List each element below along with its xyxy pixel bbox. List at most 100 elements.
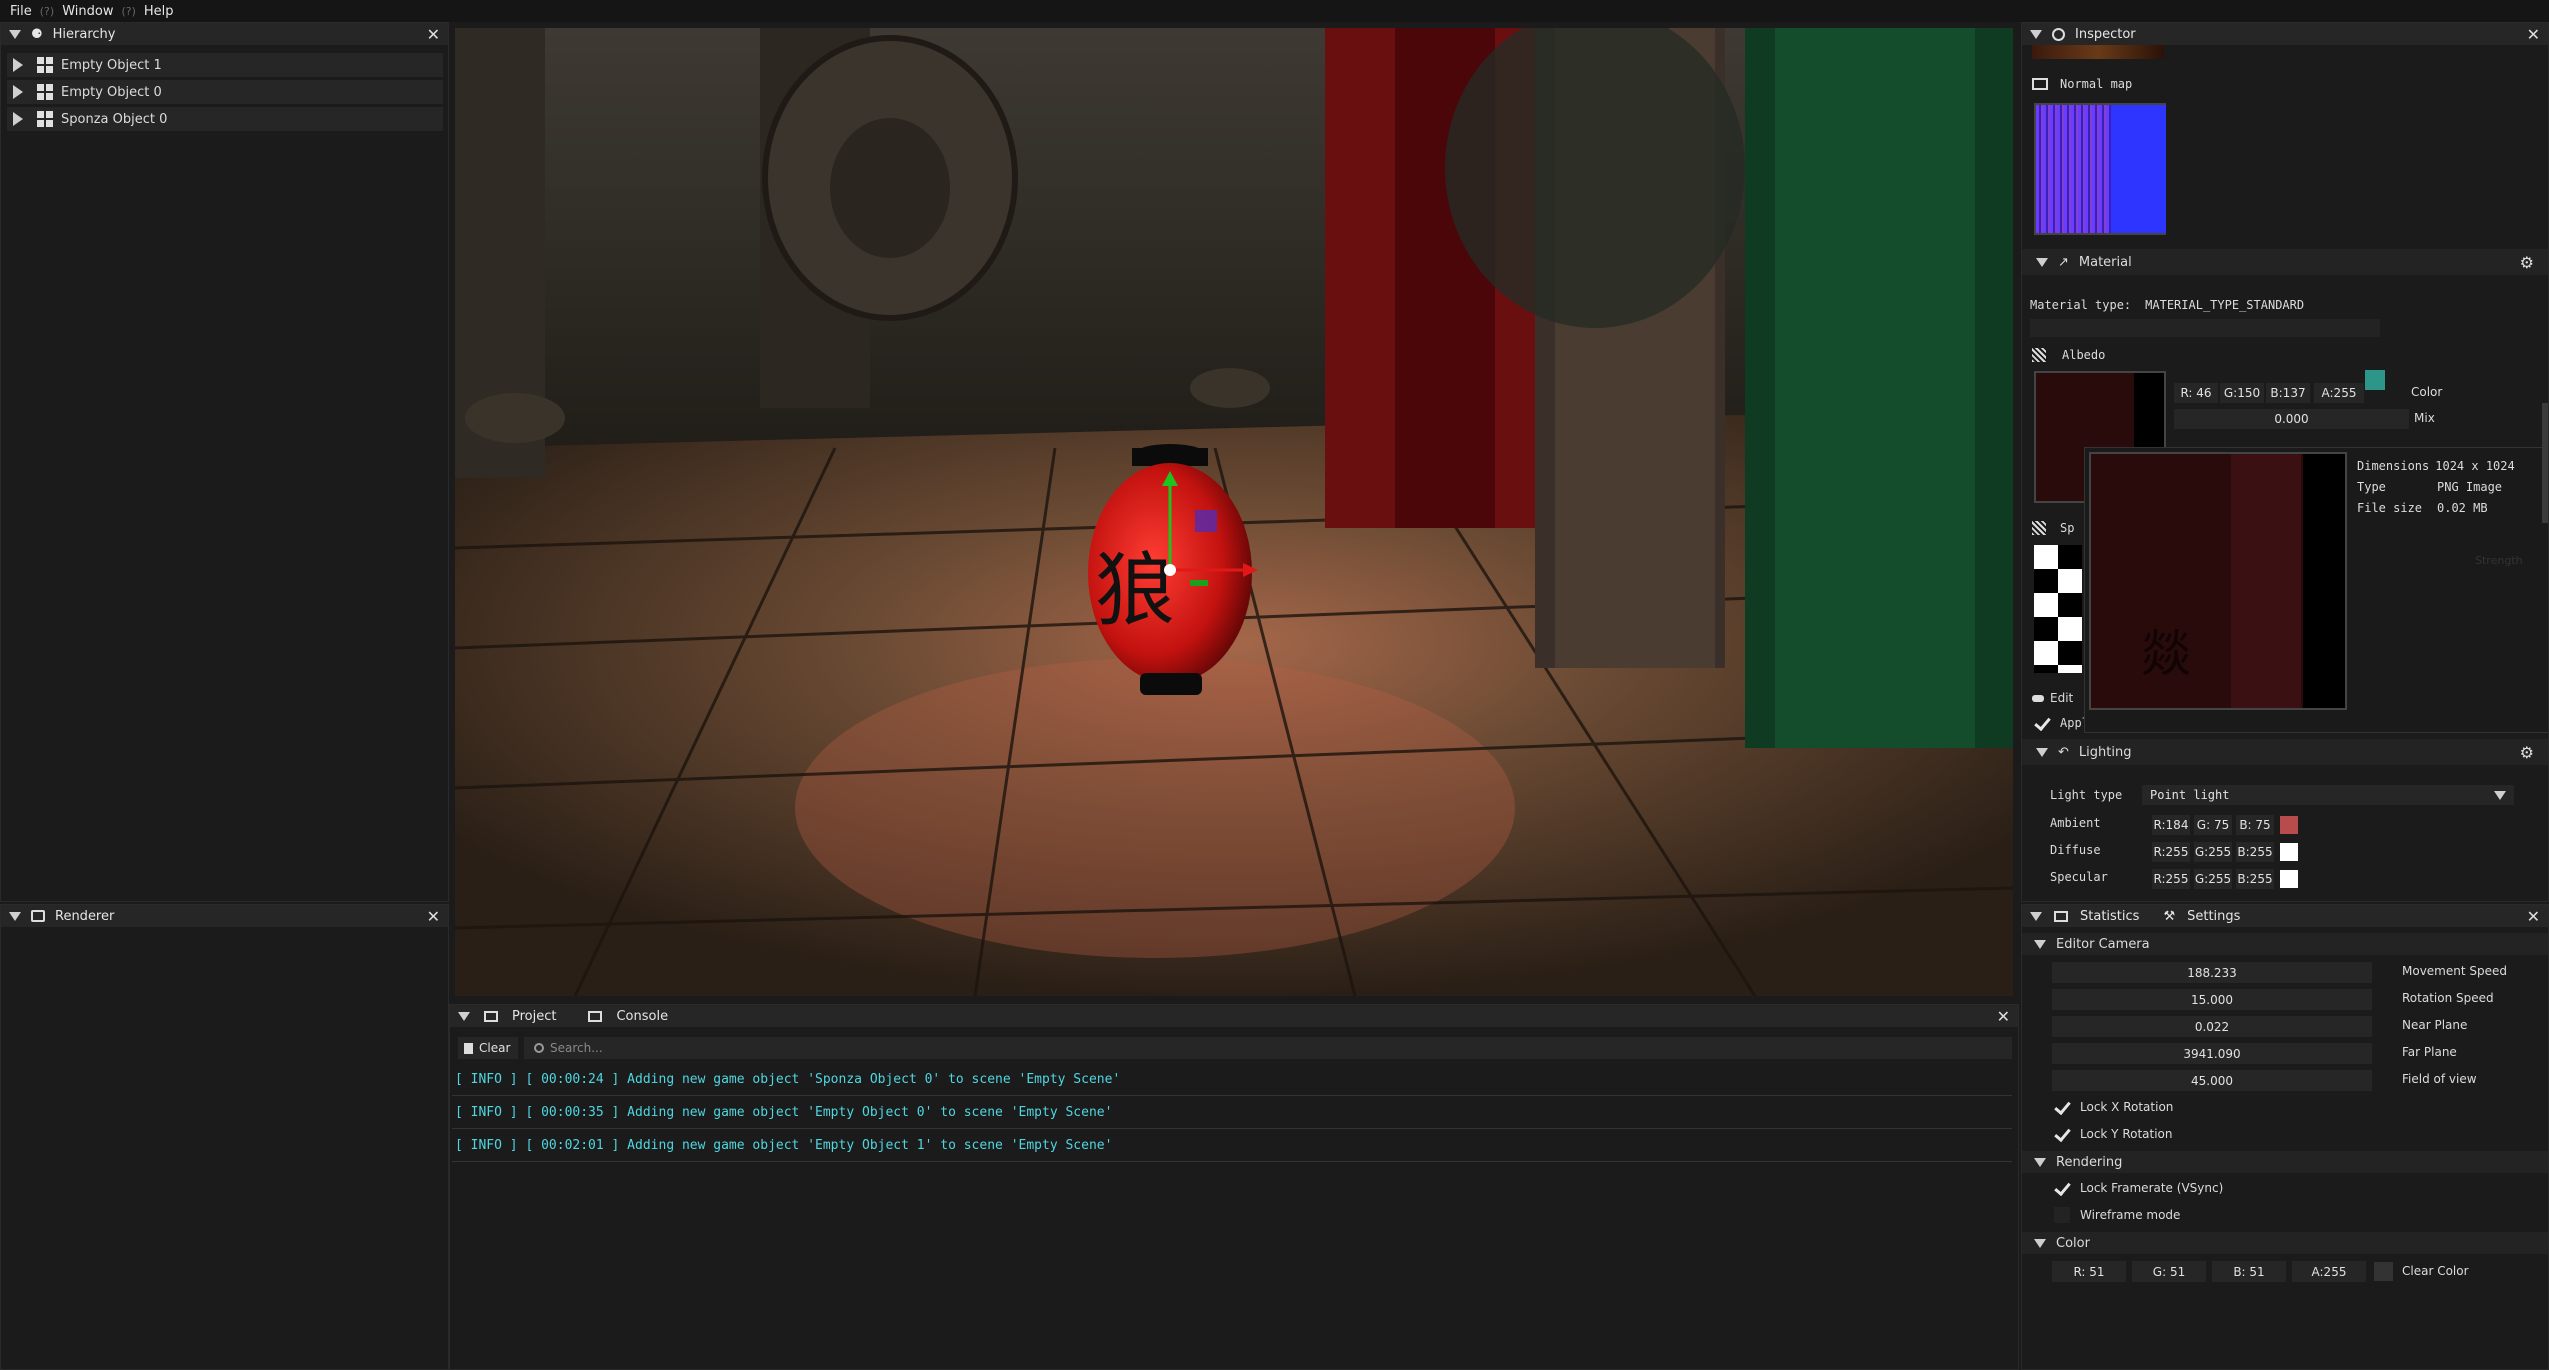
material-type-bar[interactable] [2030,319,2380,337]
specular-thumbnail[interactable] [2034,545,2082,673]
checkbox-empty[interactable] [2054,1207,2070,1223]
menu-window[interactable]: Window [62,4,113,19]
albedo-a[interactable]: A:255 [2314,383,2364,403]
specular-r[interactable]: R:255 [2152,869,2190,889]
expand-icon[interactable] [13,112,23,126]
far-plane-slider[interactable]: 3941.090 [2052,1043,2372,1064]
clear-color-b[interactable]: B: 51 [2212,1261,2286,1282]
ambient-g[interactable]: G: 75 [2194,815,2232,835]
check-icon[interactable] [2054,1180,2070,1196]
lock-y-label: Lock Y Rotation [2080,1127,2173,1141]
hierarchy-item[interactable]: Empty Object 0 [7,80,443,104]
collapse-icon[interactable] [9,29,21,39]
light-type-label: Light type [2050,788,2123,802]
close-icon[interactable]: ✕ [1997,1007,2010,1026]
menu-help[interactable]: Help [144,4,174,19]
expand-icon[interactable] [13,58,23,72]
lock-x-row[interactable]: Lock X Rotation [2054,1099,2173,1115]
rendering-header[interactable]: Rendering [2022,1151,2548,1173]
search-field[interactable]: Search... [524,1037,2012,1059]
albedo-r[interactable]: R: 46 [2174,383,2218,403]
clear-color-swatch[interactable] [2374,1262,2393,1281]
clear-color-g[interactable]: G: 51 [2132,1261,2206,1282]
gear-icon[interactable]: ⚙ [2520,253,2534,272]
albedo-color-label: Color [2411,385,2443,399]
material-title: Material [2078,254,2132,270]
collapse-icon[interactable] [2030,29,2042,39]
fov-slider[interactable]: 45.000 [2052,1070,2372,1091]
clear-button[interactable]: Clear [458,1037,518,1059]
close-icon[interactable]: ✕ [427,25,440,44]
collapse-icon [2034,939,2046,949]
image-icon [2032,78,2048,90]
lock-y-row[interactable]: Lock Y Rotation [2054,1126,2173,1142]
log-divider [452,1128,2012,1129]
lighting-section-header[interactable]: ↶ Lighting ⚙ [2022,739,2548,765]
mix-slider[interactable]: 0.000 [2174,409,2409,429]
tooltip-dim-label: Dimensions [2357,459,2430,473]
editor-camera-header[interactable]: Editor Camera [2022,933,2548,955]
normal-map-thumbnail[interactable] [2034,103,2166,235]
albedo-b[interactable]: B:137 [2266,383,2310,403]
color-header[interactable]: Color [2022,1232,2548,1254]
check-icon[interactable] [2054,1099,2070,1115]
hierarchy-item[interactable]: Sponza Object 0 [7,107,443,131]
texture-icon [2032,348,2046,362]
info-icon [2052,27,2065,41]
hierarchy-item[interactable]: Empty Object 1 [7,53,443,77]
scene-viewport[interactable]: 狼 [455,28,2013,996]
edit-button[interactable]: Edit [2032,691,2073,705]
clear-color-r[interactable]: R: 51 [2052,1261,2126,1282]
light-type-select[interactable]: Point light [2142,785,2514,805]
diffuse-color-swatch[interactable] [2280,843,2298,861]
tooltip-size-value: 0.02 MB [2437,501,2488,515]
clear-color-a[interactable]: A:255 [2292,1261,2366,1282]
inspector-scrollbar[interactable] [2542,403,2548,523]
close-icon[interactable]: ✕ [2527,907,2540,926]
tab-console[interactable]: Console [616,1009,668,1024]
near-plane-slider[interactable]: 0.022 [2052,1016,2372,1037]
collapse-icon[interactable] [9,911,21,921]
specular-g[interactable]: G:255 [2194,869,2232,889]
albedo-color-swatch[interactable] [2365,370,2385,390]
diffuse-b[interactable]: B:255 [2236,842,2274,862]
console-icon [588,1010,603,1022]
wireframe-row[interactable]: Wireframe mode [2054,1207,2180,1223]
gear-icon[interactable]: ⚙ [2520,743,2534,762]
editor-camera-title: Editor Camera [2056,936,2150,952]
diffuse-r[interactable]: R:255 [2152,842,2190,862]
mix-label: Mix [2414,411,2435,425]
collapse-icon[interactable] [458,1011,470,1021]
hierarchy-titlebar: ⚈ Hierarchy ✕ [1,23,448,45]
chart-icon: ↗ [2058,254,2069,270]
menu-file[interactable]: File [10,4,32,19]
ambient-b[interactable]: B: 75 [2236,815,2274,835]
collapse-icon [2034,1157,2046,1167]
specular-b[interactable]: B:255 [2236,869,2274,889]
check-icon[interactable] [2034,715,2050,731]
ambient-r[interactable]: R:184 [2152,815,2190,835]
renderer-titlebar: Renderer ✕ [1,905,448,927]
ambient-color-swatch[interactable] [2280,816,2298,834]
vsync-row[interactable]: Lock Framerate (VSync) [2054,1180,2223,1196]
collapse-icon[interactable] [2030,911,2042,921]
tab-project[interactable]: Project [512,1009,556,1024]
tab-statistics[interactable]: Statistics [2080,909,2139,924]
close-icon[interactable]: ✕ [2527,25,2540,44]
rotation-speed-slider[interactable]: 15.000 [2052,989,2372,1010]
diffuse-g[interactable]: G:255 [2194,842,2232,862]
renderer-panel: Renderer ✕ [0,904,449,1370]
collapse-icon [2036,747,2048,757]
close-icon[interactable]: ✕ [427,907,440,926]
specular-color-swatch[interactable] [2280,870,2298,888]
camera-icon [31,910,45,922]
check-icon[interactable] [2054,1126,2070,1142]
movement-speed-slider[interactable]: 188.233 [2052,962,2372,983]
tooltip-size-label: File size [2357,501,2423,515]
albedo-g[interactable]: G:150 [2220,383,2264,403]
material-section-header[interactable]: ↗ Material ⚙ [2022,249,2548,275]
hierarchy-item-label: Empty Object 1 [61,57,162,73]
tab-settings[interactable]: Settings [2187,909,2240,924]
near-plane-label: Near Plane [2402,1018,2468,1032]
expand-icon[interactable] [13,85,23,99]
